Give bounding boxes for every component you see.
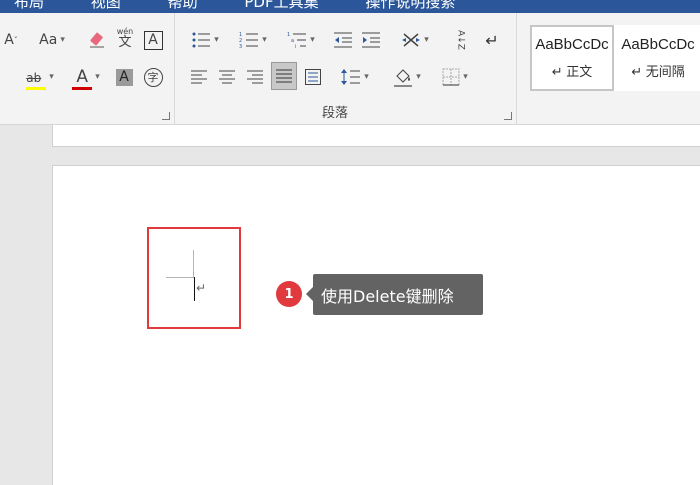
font-color-button[interactable]: A ▾ bbox=[66, 64, 106, 90]
decrease-indent-button[interactable] bbox=[331, 27, 355, 53]
bullet-list-icon bbox=[192, 32, 211, 48]
svg-text:1: 1 bbox=[287, 32, 290, 38]
borders-icon bbox=[442, 68, 460, 86]
decrease-indent-icon bbox=[334, 32, 352, 48]
align-left-button[interactable] bbox=[187, 64, 211, 90]
align-right-icon bbox=[247, 70, 263, 84]
ribbon: Aˇ Aa ▾ wén 文 A ab ▾ A ▾ A 字 ▾ 1 2 3 ▾ 1… bbox=[0, 13, 700, 125]
change-case-button[interactable]: Aa ▾ bbox=[34, 27, 70, 53]
clear-formatting-button[interactable] bbox=[86, 27, 108, 53]
align-center-icon bbox=[219, 70, 235, 84]
paragraph-dialog-launcher[interactable] bbox=[504, 112, 512, 120]
font-color-swatch bbox=[72, 87, 93, 90]
multilevel-list-icon: 1ai bbox=[287, 32, 307, 49]
font-dialog-launcher[interactable] bbox=[162, 112, 170, 120]
character-border-button[interactable]: A bbox=[143, 27, 163, 53]
ribbon-tab-bar: 布局 视图 帮助 PDF工具集 操作说明搜索 bbox=[0, 0, 700, 13]
increase-indent-icon bbox=[362, 32, 380, 48]
numbering-button[interactable]: 123 ▾ bbox=[233, 27, 273, 53]
svg-text:3: 3 bbox=[239, 44, 242, 49]
numbered-list-icon: 123 bbox=[239, 32, 259, 49]
phonetic-guide-button[interactable]: wén 文 bbox=[114, 25, 136, 51]
text-highlight-button[interactable]: ab ▾ bbox=[18, 64, 62, 90]
instruction-tooltip: 使用Delete键删除 bbox=[313, 274, 483, 315]
paint-bucket-icon bbox=[394, 69, 413, 87]
shading-button[interactable]: ▾ bbox=[387, 64, 427, 90]
align-left-icon bbox=[191, 70, 207, 84]
sort-button[interactable]: A↓Z bbox=[449, 27, 471, 53]
line-spacing-icon bbox=[341, 69, 361, 85]
tab-view[interactable]: 视图 bbox=[91, 0, 121, 11]
style-no-spacing[interactable]: AaBbCcDc ↵ 无间隔 bbox=[616, 25, 700, 91]
tell-me-search[interactable]: 操作说明搜索 bbox=[365, 0, 455, 11]
tooltip-arrow bbox=[306, 287, 313, 301]
tab-help[interactable]: 帮助 bbox=[168, 0, 198, 11]
tab-layout[interactable]: 布局 bbox=[14, 0, 44, 11]
justify-icon bbox=[276, 69, 292, 83]
highlight-color-swatch bbox=[26, 87, 47, 90]
multilevel-list-button[interactable]: 1ai ▾ bbox=[281, 27, 321, 53]
chinese-layout-icon bbox=[402, 33, 421, 47]
font-group: Aˇ Aa ▾ wén 文 A ab ▾ A ▾ A 字 bbox=[0, 13, 175, 125]
chinese-layout-button[interactable]: ▾ bbox=[395, 27, 435, 53]
show-marks-button[interactable]: ↵ bbox=[481, 27, 503, 53]
svg-text:a: a bbox=[291, 38, 294, 44]
step-badge: 1 bbox=[276, 281, 302, 307]
paragraph-group-label: 段落 bbox=[322, 106, 349, 121]
borders-button[interactable]: ▾ bbox=[435, 64, 475, 90]
increase-indent-button[interactable] bbox=[359, 27, 383, 53]
shrink-font-button[interactable]: Aˇ bbox=[2, 27, 20, 53]
paragraph-mark-icon: ↵ bbox=[485, 30, 499, 50]
character-shading-button[interactable]: A bbox=[114, 64, 134, 90]
enclose-characters-button[interactable]: 字 bbox=[143, 64, 163, 90]
align-right-button[interactable] bbox=[243, 64, 267, 90]
style-normal[interactable]: AaBbCcDc ↵ 正文 bbox=[530, 25, 614, 91]
highlight-box bbox=[147, 227, 241, 329]
ribbon-tabs: 布局 视图 帮助 PDF工具集 操作说明搜索 bbox=[14, 0, 497, 12]
tab-pdf-tools[interactable]: PDF工具集 bbox=[244, 0, 318, 11]
bullets-button[interactable]: ▾ bbox=[185, 27, 225, 53]
styles-gallery: AaBbCcDc ↵ 正文 AaBbCcDc ↵ 无间隔 bbox=[530, 25, 700, 91]
svg-text:i: i bbox=[295, 44, 296, 49]
previous-page-bottom bbox=[52, 125, 700, 147]
paragraph-group: ▾ 123 ▾ 1ai ▾ ▾ A↓Z ↵ ▾ ▾ ▾ 段落 bbox=[175, 13, 517, 125]
line-spacing-button[interactable]: ▾ bbox=[335, 64, 375, 90]
distributed-align-icon bbox=[305, 69, 321, 85]
eraser-icon bbox=[90, 32, 104, 48]
distributed-button[interactable] bbox=[301, 64, 325, 90]
justify-button[interactable] bbox=[271, 62, 297, 90]
align-center-button[interactable] bbox=[215, 64, 239, 90]
